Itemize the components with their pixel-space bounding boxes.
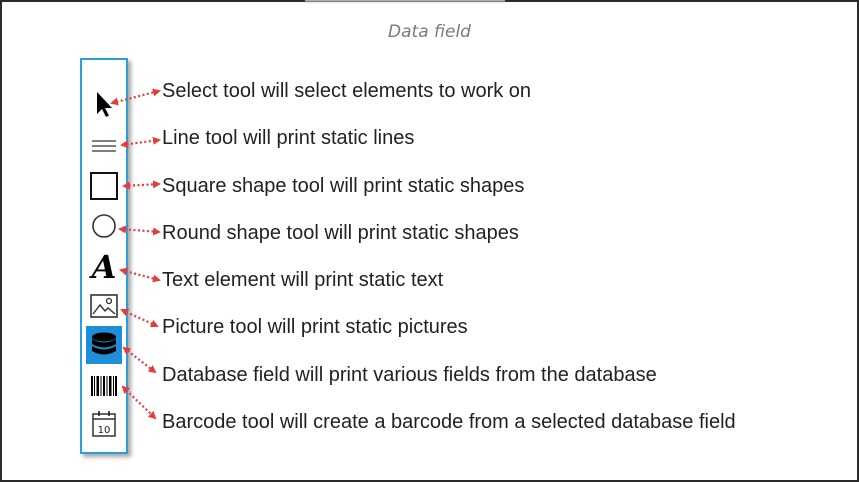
svg-text:A: A — [89, 250, 116, 282]
line-tool-button[interactable] — [88, 130, 120, 162]
circle-tool-label: Round shape tool will print static shape… — [162, 222, 519, 244]
toolbar: A 10 — [80, 58, 128, 454]
line-tool-label: Line tool will print static lines — [162, 127, 415, 149]
top-shadow — [305, 0, 505, 4]
picture-icon — [90, 294, 118, 318]
database-icon — [92, 332, 116, 355]
database-tool-button[interactable] — [86, 326, 122, 364]
picture-tool-button[interactable] — [88, 290, 120, 322]
select-arrow-icon — [97, 92, 112, 117]
circle-tool-button[interactable] — [88, 210, 120, 242]
square-tool-button[interactable] — [88, 170, 120, 202]
barcode-tool-button[interactable] — [88, 370, 120, 402]
caption: Data field — [388, 22, 471, 42]
text-tool-label: Text element will print static text — [162, 269, 444, 291]
calendar-icon: 10 — [92, 411, 116, 437]
text-a-icon: A — [89, 250, 116, 282]
barcode-icon — [91, 376, 117, 396]
barcode-tool-label: Barcode tool will create a barcode from … — [162, 411, 736, 433]
select-tool-label: Select tool will select elements to work… — [162, 80, 532, 102]
square-icon — [90, 172, 118, 200]
line-icon — [92, 140, 116, 152]
select-tool-button[interactable] — [88, 88, 120, 120]
text-tool-button[interactable]: A — [88, 250, 120, 282]
square-tool-label: Square shape tool will print static shap… — [162, 175, 525, 197]
date-tool-button[interactable]: 10 — [88, 408, 120, 440]
database-tool-label: Database field will print various fields… — [162, 364, 657, 386]
picture-tool-label: Picture tool will print static pictures — [162, 316, 468, 338]
calendar-day: 10 — [98, 425, 111, 436]
circle-icon — [92, 214, 116, 238]
